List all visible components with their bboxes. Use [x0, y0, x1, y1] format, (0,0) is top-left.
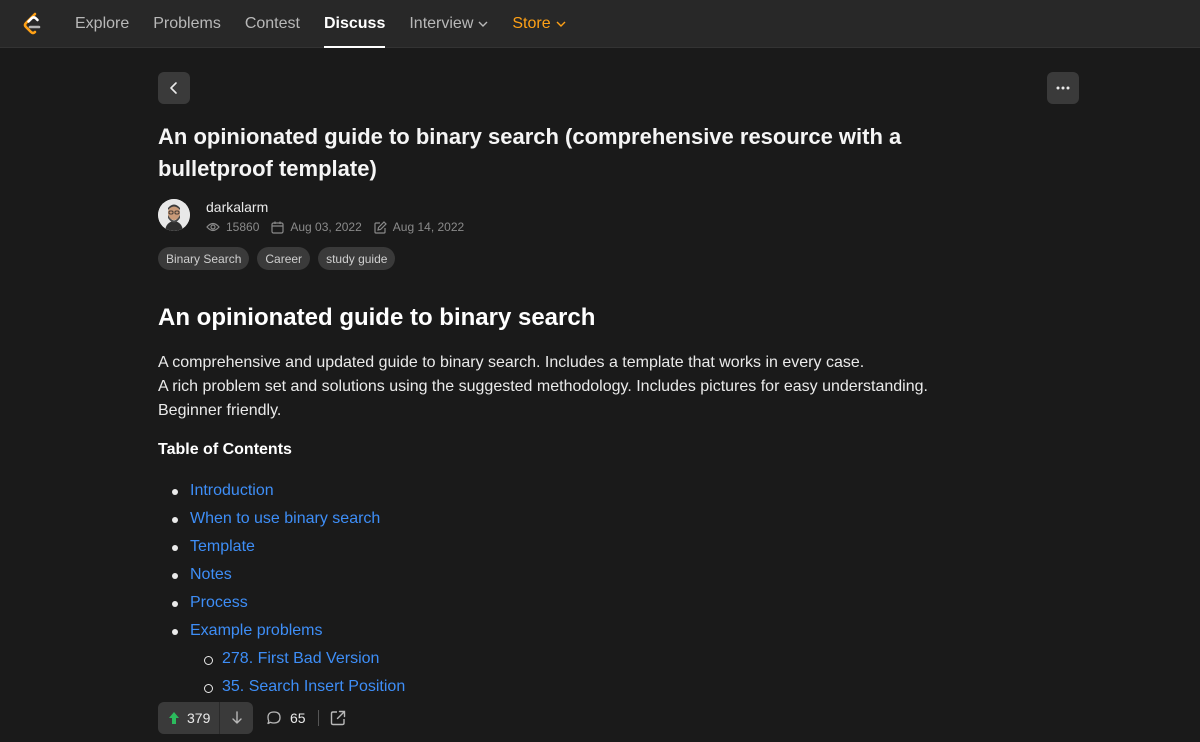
- arrow-up-icon: [169, 712, 179, 724]
- list-item: 278. First Bad Version: [158, 646, 405, 674]
- chevron-down-icon: [478, 21, 488, 27]
- nav-item-label: Store: [512, 15, 551, 32]
- nav-item-discuss[interactable]: Discuss: [323, 0, 386, 48]
- view-count: 15860: [206, 220, 259, 234]
- nav-item-label: Contest: [244, 15, 300, 32]
- leetcode-logo-icon[interactable]: [22, 12, 44, 36]
- list-item: When to use binary search: [158, 506, 405, 534]
- nav-item-interview[interactable]: Interview: [409, 0, 488, 48]
- share-icon: [330, 710, 346, 726]
- more-options-button[interactable]: [1047, 72, 1079, 104]
- created-date: Aug 03, 2022: [271, 220, 362, 234]
- nav-item-explore[interactable]: Explore: [75, 0, 129, 48]
- author-name[interactable]: darkalarm: [206, 199, 268, 215]
- nav-menu: Explore Problems Contest Discuss Intervi…: [75, 0, 590, 48]
- tag-study-guide[interactable]: study guide: [318, 247, 396, 270]
- divider: [318, 710, 319, 726]
- avatar[interactable]: [158, 199, 190, 231]
- table-of-contents: Introduction When to use binary search T…: [158, 478, 405, 702]
- edited-date: Aug 14, 2022: [374, 220, 464, 234]
- content-heading: An opinionated guide to binary search: [158, 304, 596, 331]
- list-item: Example problems: [158, 618, 405, 646]
- intro-paragraph: A comprehensive and updated guide to bin…: [158, 351, 928, 423]
- comment-count: 65: [290, 710, 306, 726]
- upvote-button[interactable]: 379: [158, 702, 221, 734]
- list-item: 35. Search Insert Position: [158, 674, 405, 702]
- nav-item-label: Problems: [153, 15, 221, 32]
- eye-icon: [206, 222, 220, 232]
- created-date-value: Aug 03, 2022: [290, 220, 362, 234]
- vote-group: 379: [158, 702, 254, 734]
- list-item: Template: [158, 534, 405, 562]
- nav-item-store[interactable]: Store: [512, 0, 566, 48]
- more-horizontal-icon: [1056, 86, 1070, 90]
- downvote-button[interactable]: [220, 702, 253, 734]
- nav-item-label: Explore: [75, 15, 130, 32]
- intro-line: Beginner friendly.: [158, 402, 282, 419]
- tag-list: Binary Search Career study guide: [158, 247, 403, 270]
- toc-link-notes[interactable]: Notes: [190, 566, 232, 583]
- top-navigation: Explore Problems Contest Discuss Intervi…: [0, 0, 1200, 48]
- toc-link-introduction[interactable]: Introduction: [190, 482, 274, 499]
- toc-link-template[interactable]: Template: [190, 538, 255, 555]
- edit-icon: [374, 220, 387, 234]
- nav-item-contest[interactable]: Contest: [245, 0, 300, 48]
- toc-link-example-problems[interactable]: Example problems: [190, 622, 323, 639]
- intro-line: A rich problem set and solutions using t…: [158, 378, 928, 395]
- intro-line: A comprehensive and updated guide to bin…: [158, 354, 865, 371]
- edited-date-value: Aug 14, 2022: [392, 220, 465, 234]
- calendar-icon: [271, 221, 284, 234]
- post-title: An opinionated guide to binary search (c…: [158, 124, 902, 181]
- upvote-count: 379: [187, 710, 211, 726]
- nav-item-problems[interactable]: Problems: [153, 0, 221, 48]
- tag-career[interactable]: Career: [257, 247, 311, 270]
- chevron-left-icon: [170, 82, 177, 94]
- toc-link-process[interactable]: Process: [190, 594, 248, 611]
- view-count-value: 15860: [226, 220, 260, 234]
- toc-link-when-to-use[interactable]: When to use binary search: [190, 510, 380, 527]
- tag-binary-search[interactable]: Binary Search: [158, 247, 250, 270]
- nav-item-label: Interview: [409, 15, 474, 32]
- share-button[interactable]: [329, 709, 347, 732]
- toc-link-first-bad-version[interactable]: 278. First Bad Version: [222, 650, 379, 667]
- toc-link-search-insert-position[interactable]: 35. Search Insert Position: [222, 678, 405, 695]
- list-item: Notes: [158, 562, 405, 590]
- back-button[interactable]: [158, 72, 190, 104]
- chevron-down-icon: [556, 21, 566, 27]
- comment-icon: [267, 711, 281, 725]
- arrow-down-icon: [232, 711, 242, 724]
- list-item: Introduction: [158, 478, 405, 506]
- comments-button[interactable]: 65: [266, 708, 306, 728]
- post-meta: 15860 Aug 03, 2022 Aug 14, 2022: [206, 219, 476, 235]
- list-item: Process: [158, 590, 405, 618]
- nav-item-label: Discuss: [323, 15, 386, 32]
- toc-title: Table of Contents: [158, 441, 292, 458]
